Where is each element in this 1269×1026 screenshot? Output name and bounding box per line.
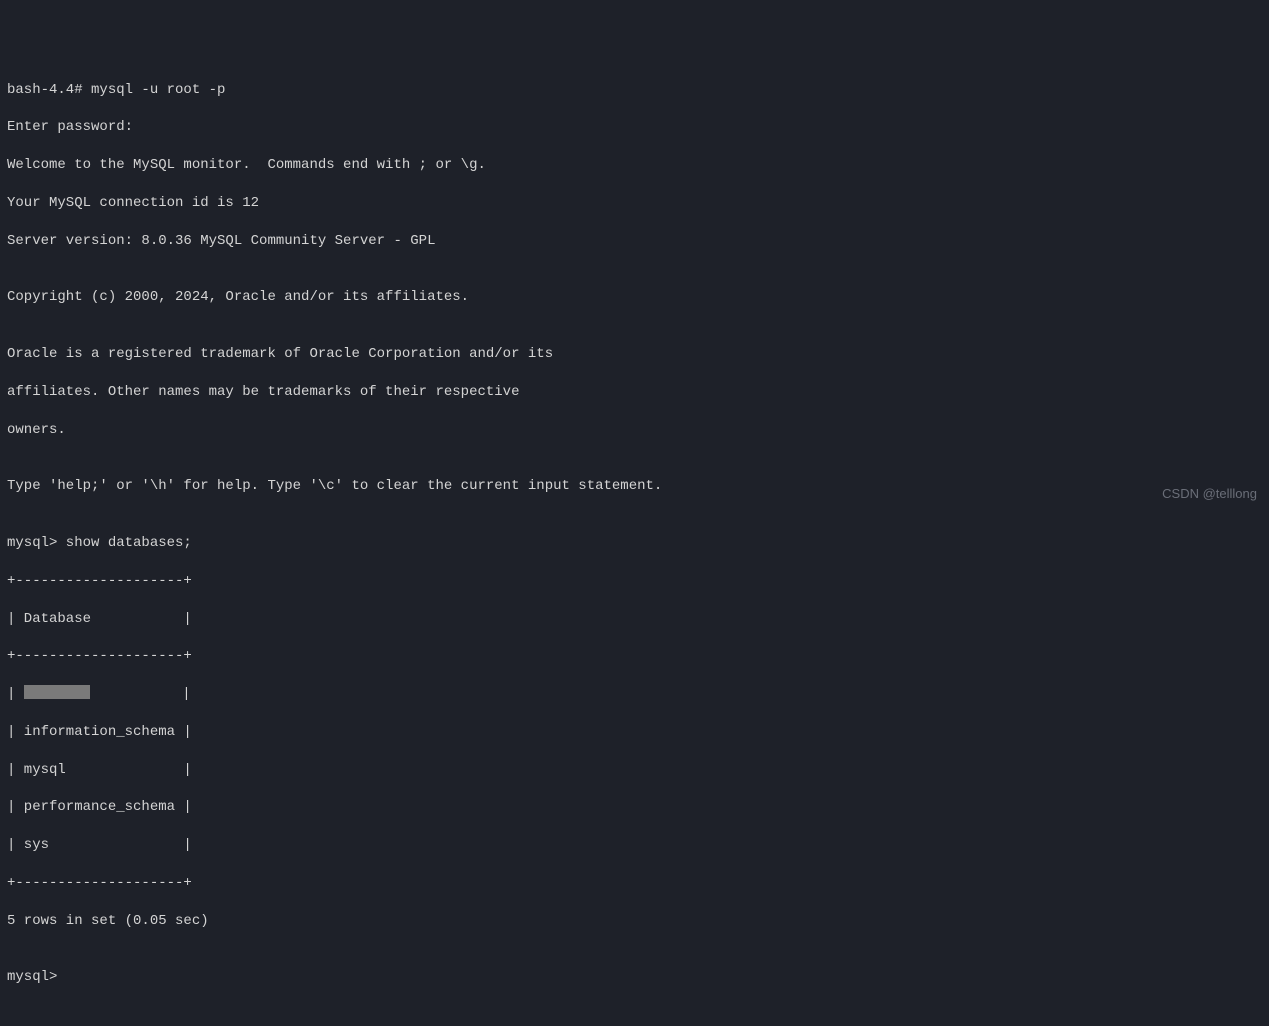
password-prompt: Enter password: bbox=[7, 118, 1262, 137]
connection-id: Your MySQL connection id is 12 bbox=[7, 194, 1262, 213]
trademark-3: owners. bbox=[7, 421, 1262, 440]
server-version: Server version: 8.0.36 MySQL Community S… bbox=[7, 232, 1262, 251]
mysql-command: mysql> show databases; bbox=[7, 534, 1262, 553]
watermark: CSDN @telllong bbox=[1162, 485, 1257, 503]
table-border: +--------------------+ bbox=[7, 647, 1262, 666]
trademark-1: Oracle is a registered trademark of Orac… bbox=[7, 345, 1262, 364]
copyright: Copyright (c) 2000, 2024, Oracle and/or … bbox=[7, 288, 1262, 307]
table-border: +--------------------+ bbox=[7, 572, 1262, 591]
result-count: 5 rows in set (0.05 sec) bbox=[7, 912, 1262, 931]
row-prefix: | bbox=[7, 686, 24, 702]
table-row: | information_schema | bbox=[7, 723, 1262, 742]
row-suffix: | bbox=[90, 686, 191, 702]
table-row: | mysql | bbox=[7, 761, 1262, 780]
table-row: | performance_schema | bbox=[7, 798, 1262, 817]
mysql-prompt[interactable]: mysql> bbox=[7, 968, 1262, 987]
table-row: | sys | bbox=[7, 836, 1262, 855]
table-header: | Database | bbox=[7, 610, 1262, 629]
trademark-2: affiliates. Other names may be trademark… bbox=[7, 383, 1262, 402]
help-msg: Type 'help;' or '\h' for help. Type '\c'… bbox=[7, 477, 1262, 496]
redacted-database bbox=[24, 685, 90, 699]
welcome-msg: Welcome to the MySQL monitor. Commands e… bbox=[7, 156, 1262, 175]
table-row-redacted: | | bbox=[7, 685, 1262, 704]
table-border: +--------------------+ bbox=[7, 874, 1262, 893]
shell-command: bash-4.4# mysql -u root -p bbox=[7, 81, 1262, 100]
